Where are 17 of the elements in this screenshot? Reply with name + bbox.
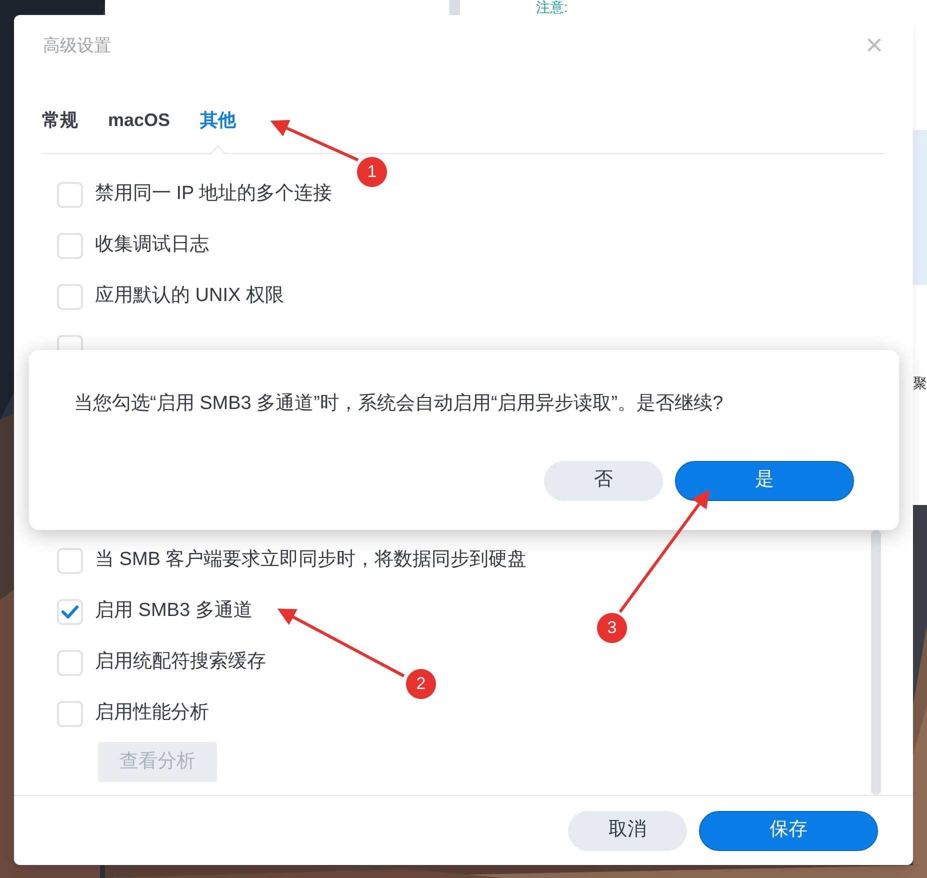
tab[interactable]: macOS [108,87,170,153]
confirm-message: 当您勾选“启用 SMB3 多通道”时，系统会自动启用“启用异步读取”。是否继续? [74,392,724,416]
cancel-button[interactable]: 否 [544,460,663,500]
option-label: 应用默认的 UNIX 权限 [95,284,284,308]
scrollbar[interactable] [871,530,881,795]
confirm-button[interactable]: 是 [675,460,854,500]
side-text: 聚 [913,376,927,390]
option-label: 启用 SMB3 多通道 [95,599,252,624]
confirm-button[interactable]: 保存 [699,810,878,850]
cancel-button[interactable]: 取消 [568,810,687,850]
note-label: 注意: [536,0,568,14]
option-label: 当 SMB 客户端要求立即同步时，将数据同步到硬盘 [95,548,527,572]
option-label: 启用统配符搜索缓存 [95,650,266,674]
option-label: 启用性能分析 [95,701,209,726]
option-label: 禁用同一 IP 地址的多个连接 [95,182,332,206]
tab[interactable]: 其他 [200,87,236,153]
option-label: 收集调试日志 [95,233,209,258]
